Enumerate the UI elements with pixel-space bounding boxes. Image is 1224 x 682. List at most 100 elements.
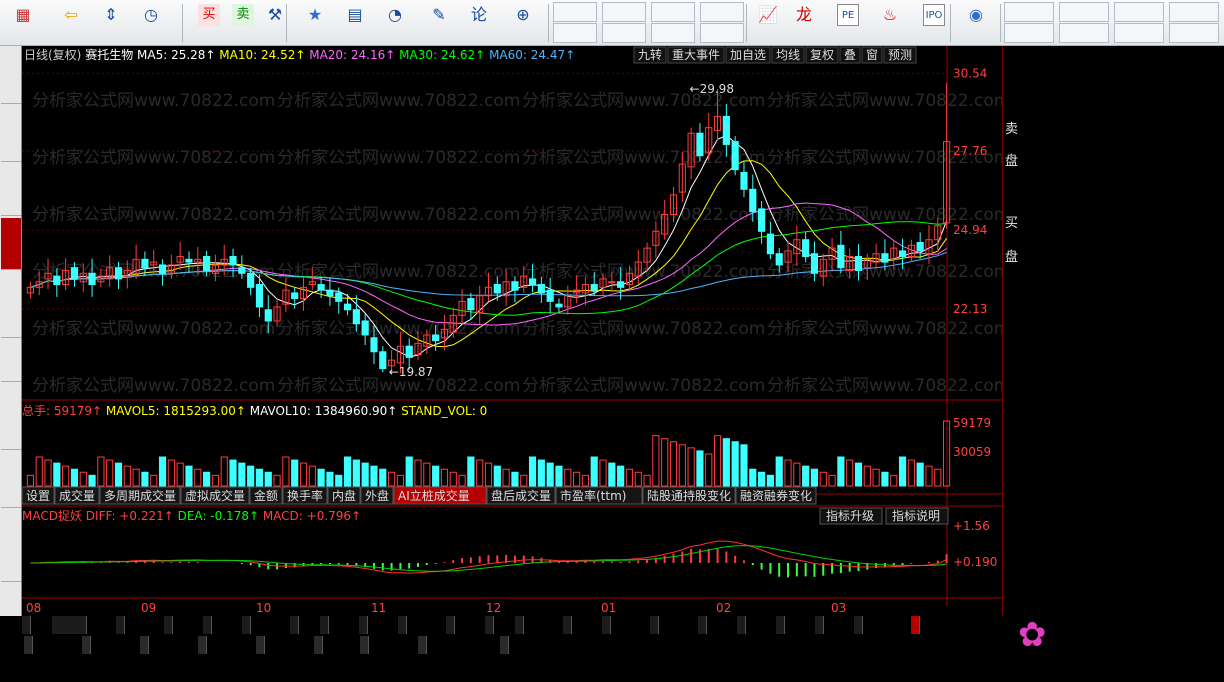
toolbar-button2-1[interactable]: 龙 [784, 2, 824, 44]
left-tab-6[interactable] [1, 384, 21, 450]
candle-body [608, 281, 616, 284]
left-tab-8[interactable] [1, 510, 21, 582]
volume-bar [793, 462, 801, 487]
sub-tab-label-7: 外盘 [365, 488, 389, 503]
candle-body [617, 281, 625, 288]
toolbar-grid2-button[interactable] [1114, 2, 1164, 22]
toolbar-grid2-button[interactable] [1114, 23, 1164, 43]
toolbar-button-11[interactable]: 论 [460, 2, 498, 44]
toolbar-button-1[interactable]: ⇦ [52, 2, 90, 44]
toolbar-button2-5[interactable]: ◉ [956, 2, 996, 44]
indicator-tab-17[interactable] [737, 616, 746, 634]
magnify-icon: ⊕ [516, 5, 530, 24]
news-tab-6[interactable] [360, 636, 369, 654]
toolbar-button-7[interactable]: ★ [296, 2, 334, 44]
toolbar-button-6[interactable]: ⚒ [256, 2, 294, 44]
volume-bar [634, 471, 642, 487]
indicator-tab-9[interactable] [398, 616, 407, 634]
toolbar-button-12[interactable]: ⊕ [504, 2, 542, 44]
news-tab-5[interactable] [314, 636, 323, 654]
toolbar-grid2-button[interactable] [1059, 23, 1109, 43]
toolbar-grid-button[interactable] [602, 2, 646, 22]
toolbar-button2-2[interactable]: PE [828, 2, 868, 44]
left-tab-1[interactable] [1, 106, 21, 162]
indicator-tab-13[interactable] [563, 616, 572, 634]
watermark-text: 分析家公式网www.70822.com [767, 376, 1002, 396]
toolbar-grid-button[interactable] [553, 23, 597, 43]
left-tab-4[interactable] [1, 272, 21, 338]
toolbar-grid-button[interactable] [651, 2, 695, 22]
toolbar-grid2-button[interactable] [1169, 2, 1219, 22]
toolbar-button-8[interactable]: ▤ [336, 2, 374, 44]
toolbar-button2-3[interactable]: ♨ [870, 2, 910, 44]
toolbar-button-4[interactable]: 买 [190, 2, 228, 44]
news-tab-3[interactable] [198, 636, 207, 654]
candle-body [361, 320, 369, 336]
news-tab-1[interactable] [82, 636, 91, 654]
volume-bar [890, 474, 898, 487]
indicator-tab-21[interactable] [911, 616, 920, 634]
news-tab-7[interactable] [418, 636, 427, 654]
news-tab-4[interactable] [256, 636, 265, 654]
indicator-tab-18[interactable] [776, 616, 785, 634]
toolbar-grid-button[interactable] [700, 2, 744, 22]
indicator-tab-0[interactable] [22, 616, 31, 634]
sub-tab-label-9: 盘后成交量 [491, 488, 551, 503]
volume-bar [423, 462, 431, 487]
volume-bar [141, 471, 149, 487]
indicator-tab-6[interactable] [290, 616, 299, 634]
left-tab-2[interactable] [1, 164, 21, 216]
toolbar-grid-button[interactable] [651, 23, 695, 43]
toolbar-button-9[interactable]: ◔ [376, 2, 414, 44]
toolbar-grid-button[interactable] [553, 2, 597, 22]
toolbar-button2-4[interactable]: IPO [914, 2, 954, 44]
volume-bar [573, 471, 581, 487]
indicator-tab-14[interactable] [602, 616, 611, 634]
candle-body [370, 337, 378, 353]
toolbar-button-0[interactable]: ▦ [4, 2, 42, 44]
indicator-tab-1[interactable] [52, 616, 87, 634]
volume-bar [352, 459, 360, 487]
left-tab-3[interactable] [1, 218, 21, 270]
news-tab-0[interactable] [24, 636, 33, 654]
toolbar-grid2-button[interactable] [1059, 2, 1109, 22]
main-toolbar: ▦ ⇦ ⇕ ◷ 买卖 ⚒ ★ ▤ ◔ ✎ 论 ⊕ 📈 龙 PE ♨ IPO ◉ [0, 0, 1224, 46]
indicator-tab-7[interactable] [320, 616, 329, 634]
volume-header: 总手: 59179↑ MAVOL5: 1815293.00↑ MAVOL10: … [22, 404, 487, 418]
volume-bar [599, 459, 607, 487]
indicator-tab-10[interactable] [446, 616, 455, 634]
toolbar-grid2-button[interactable] [1004, 23, 1054, 43]
news-tab-2[interactable] [140, 636, 149, 654]
left-tab-5[interactable] [1, 340, 21, 382]
news-tab-8[interactable] [500, 636, 509, 654]
indicator-tab-2[interactable] [116, 616, 125, 634]
watermark-text: 分析家公式网www.70822.com [522, 205, 765, 225]
kline-chart-svg[interactable]: 分析家公式网www.70822.com 分析家公式网www.70822.com 分析… [21, 46, 1010, 616]
left-tab-7[interactable] [1, 452, 21, 508]
indicator-tab-4[interactable] [203, 616, 212, 634]
indicator-tab-11[interactable] [485, 616, 494, 634]
toolbar-button2-0[interactable]: 📈 [748, 2, 788, 44]
indicator-tab-16[interactable] [698, 616, 707, 634]
star-icon: ★ [307, 5, 323, 24]
toolbar-button-3[interactable]: ◷ [132, 2, 170, 44]
indicator-tab-20[interactable] [854, 616, 863, 634]
chart-button-label-3: 均线 [776, 48, 800, 62]
indicator-tab-3[interactable] [164, 616, 173, 634]
indicator-tab-8[interactable] [359, 616, 368, 634]
indicator-tab-19[interactable] [815, 616, 824, 634]
left-tab-0[interactable] [1, 48, 21, 104]
toolbar-grid2-button[interactable] [1169, 23, 1219, 43]
kline-chart-area[interactable]: 分析家公式网www.70822.com 分析家公式网www.70822.com 分析… [21, 46, 1010, 616]
volume-bar [493, 465, 501, 487]
toolbar-button-10[interactable]: ✎ [420, 2, 458, 44]
price-axis-label: 24.94 [953, 223, 987, 237]
indicator-tab-5[interactable] [242, 616, 251, 634]
toolbar-grid-button[interactable] [700, 23, 744, 43]
volume-axis-label: 30059 [953, 445, 991, 459]
toolbar-grid-button[interactable] [602, 23, 646, 43]
toolbar-button-2[interactable]: ⇕ [92, 2, 130, 44]
toolbar-grid2-button[interactable] [1004, 2, 1054, 22]
indicator-tab-15[interactable] [650, 616, 659, 634]
indicator-tab-12[interactable] [515, 616, 524, 634]
